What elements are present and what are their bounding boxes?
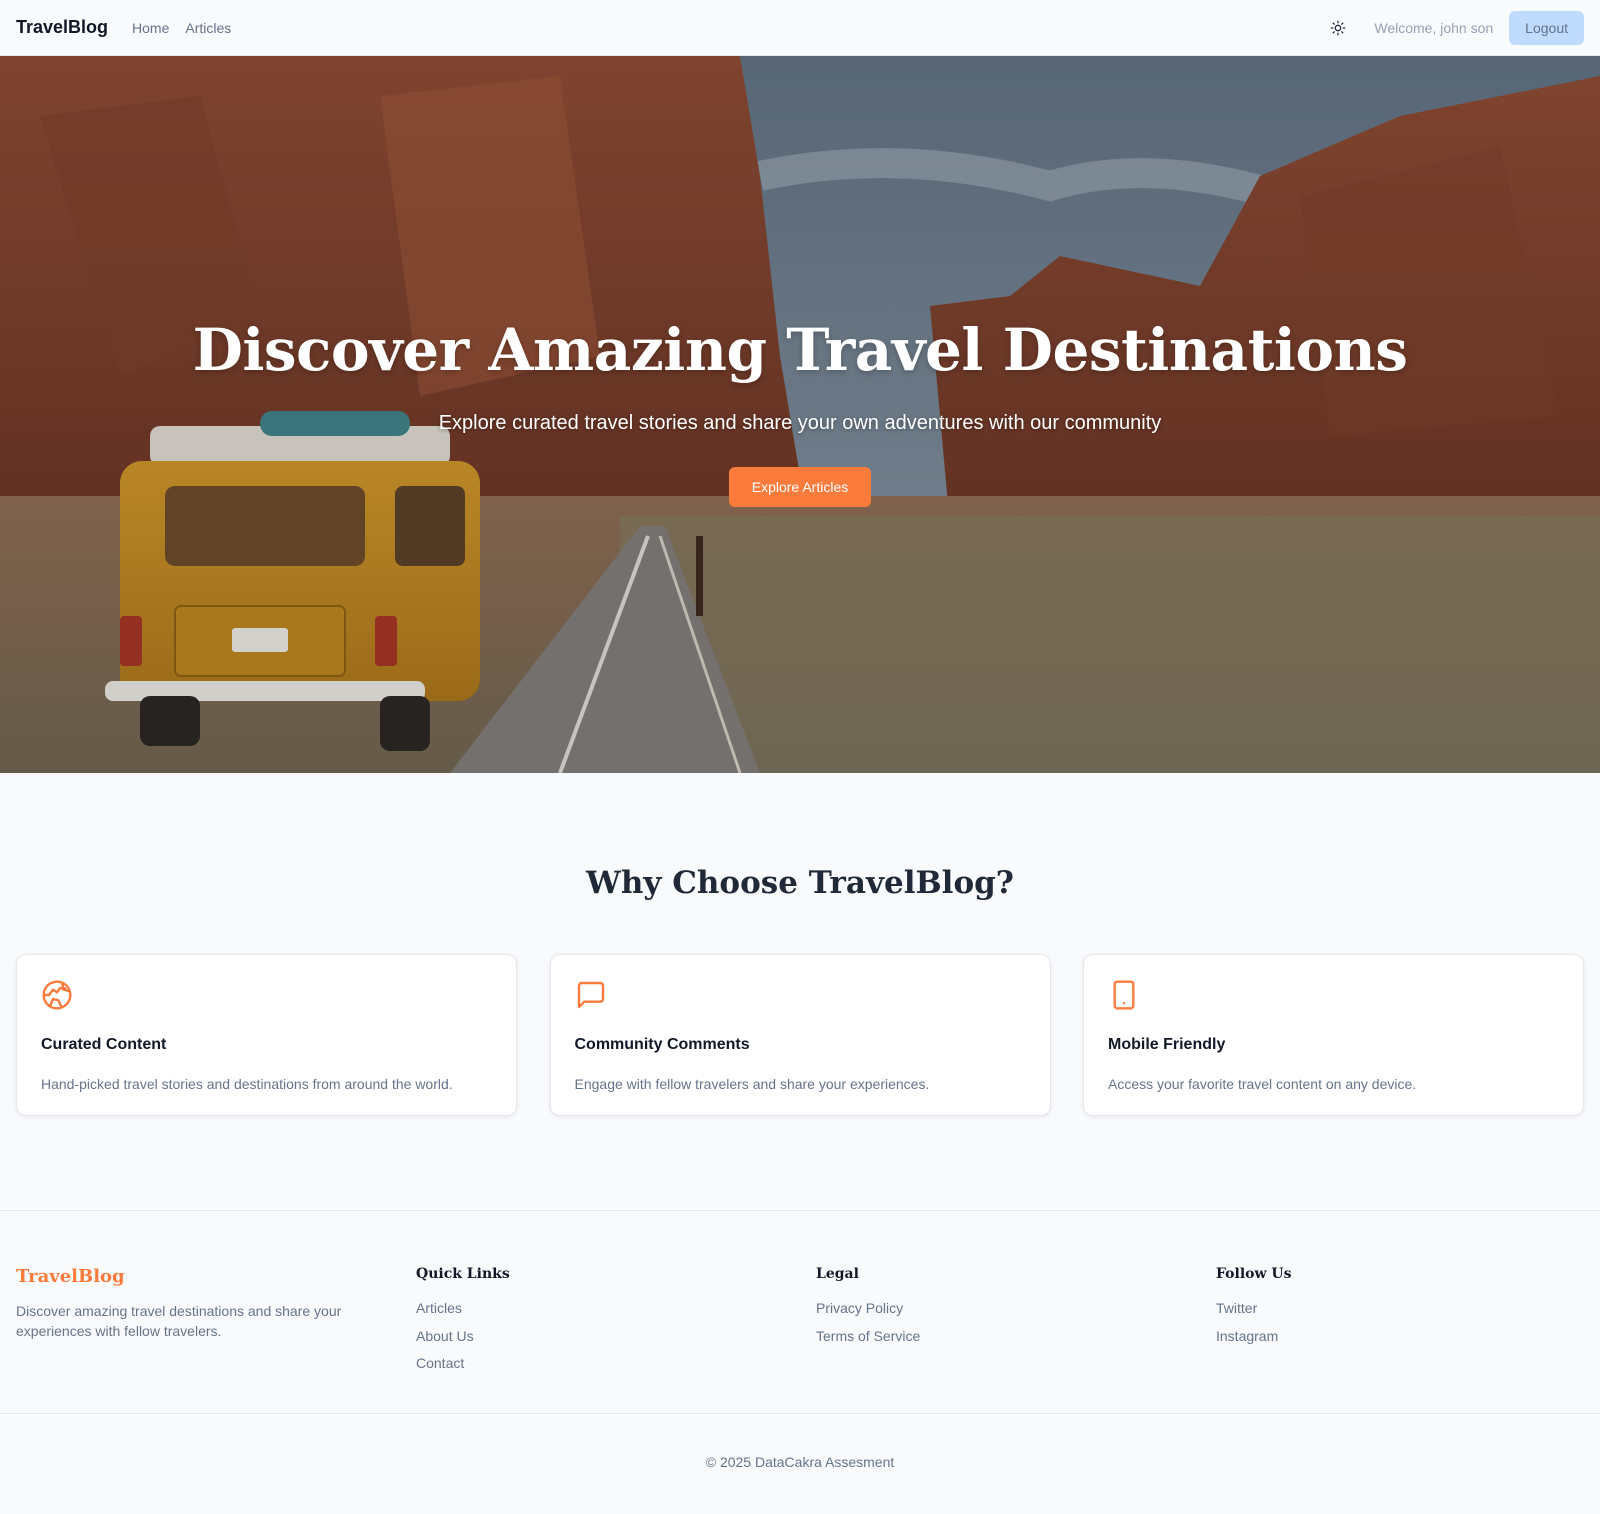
- copyright-text: © 2025 DataCakra Assesment: [705, 1454, 895, 1470]
- hero-title: Discover Amazing Travel Destinations: [192, 316, 1408, 384]
- nav-right: Welcome, john son Logout: [1326, 10, 1584, 45]
- tablet-icon: [1113, 980, 1135, 1010]
- hero-content: Discover Amazing Travel Destinations Exp…: [0, 56, 1600, 773]
- feature-card-text: Access your favorite travel content on a…: [1108, 1076, 1417, 1092]
- feature-card-title: Mobile Friendly: [1108, 1036, 1226, 1053]
- footer-link-about[interactable]: About Us: [416, 1326, 510, 1354]
- feature-card-mobile: Mobile Friendly Access your favorite tra…: [1083, 954, 1584, 1116]
- globe-icon: [42, 980, 72, 1010]
- footer-heading-legal: Legal: [816, 1266, 859, 1282]
- feature-card-community: Community Comments Engage with fellow tr…: [549, 954, 1051, 1116]
- footer-legal: Legal Privacy Policy Terms of Service: [816, 1266, 920, 1353]
- footer-brand[interactable]: TravelBlog: [16, 1266, 376, 1287]
- brand-logo[interactable]: TravelBlog: [16, 17, 108, 38]
- why-title: Why Choose TravelBlog?: [586, 865, 1014, 901]
- logout-button[interactable]: Logout: [1509, 10, 1584, 45]
- footer-link-privacy[interactable]: Privacy Policy: [816, 1298, 920, 1326]
- feature-card-curated: Curated Content Hand-picked travel stori…: [16, 954, 517, 1116]
- footer-bottom: © 2025 DataCakra Assesment: [0, 1413, 1600, 1514]
- footer-brand-column: TravelBlog Discover amazing travel desti…: [16, 1266, 376, 1341]
- footer-link-terms[interactable]: Terms of Service: [816, 1326, 920, 1354]
- footer-quick-links: Quick Links Articles About Us Contact: [416, 1266, 510, 1381]
- theme-toggle-button[interactable]: [1326, 16, 1350, 40]
- feature-card-text: Hand-picked travel stories and destinati…: [41, 1076, 453, 1092]
- feature-cards: Curated Content Hand-picked travel stori…: [16, 954, 1584, 1116]
- footer-heading-quick-links: Quick Links: [416, 1266, 510, 1282]
- why-section: Why Choose TravelBlog? Curated Content H…: [0, 773, 1600, 1210]
- feature-card-title: Community Comments: [574, 1036, 750, 1053]
- feature-card-text: Engage with fellow travelers and share y…: [574, 1076, 930, 1092]
- navbar: TravelBlog Home Articles Welcome, john s…: [0, 0, 1600, 56]
- footer-link-instagram[interactable]: Instagram: [1216, 1326, 1292, 1354]
- footer-link-articles[interactable]: Articles: [416, 1298, 510, 1326]
- footer-link-contact[interactable]: Contact: [416, 1353, 510, 1381]
- explore-articles-button[interactable]: Explore Articles: [728, 467, 872, 507]
- message-icon: [577, 981, 604, 1009]
- hero-section: Discover Amazing Travel Destinations Exp…: [0, 56, 1600, 773]
- hero-subtitle: Explore curated travel stories and share…: [438, 412, 1162, 434]
- welcome-text: Welcome, john son: [1374, 19, 1494, 36]
- footer: TravelBlog Discover amazing travel desti…: [0, 1210, 1600, 1513]
- feature-card-title: Curated Content: [41, 1036, 167, 1053]
- nav-link-home[interactable]: Home: [132, 20, 169, 36]
- sun-icon: [1331, 20, 1346, 35]
- footer-description: Discover amazing travel destinations and…: [16, 1303, 342, 1339]
- nav-link-articles[interactable]: Articles: [185, 20, 231, 36]
- footer-link-twitter[interactable]: Twitter: [1216, 1298, 1292, 1326]
- footer-follow: Follow Us Twitter Instagram: [1216, 1266, 1292, 1353]
- footer-heading-follow: Follow Us: [1216, 1266, 1292, 1282]
